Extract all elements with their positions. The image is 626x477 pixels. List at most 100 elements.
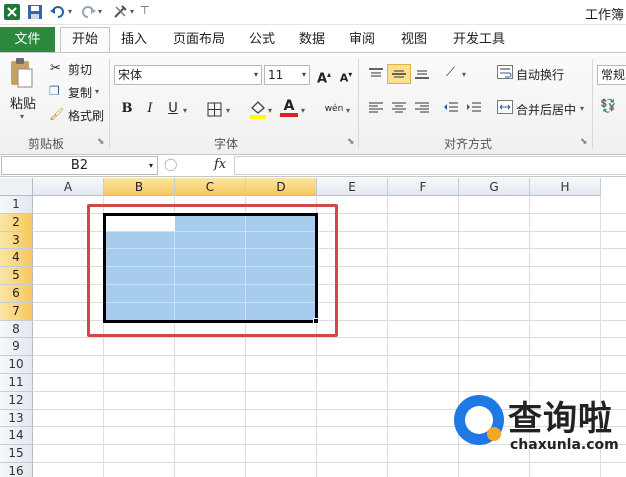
tab-home[interactable]: 开始 (60, 27, 110, 53)
tools-icon[interactable] (112, 4, 130, 20)
orientation-icon[interactable]: ⟋ (446, 65, 455, 80)
column-gridline (387, 196, 388, 477)
column-header-h[interactable]: H (530, 178, 601, 196)
tab-file[interactable]: 文件 (0, 27, 55, 52)
cut-button[interactable]: 剪切 (68, 61, 92, 78)
alignment-launcher-icon[interactable]: ⬊ (580, 137, 588, 147)
undo-dropdown-icon[interactable]: ▾ (68, 7, 72, 23)
borders-icon[interactable] (207, 102, 223, 117)
fill-color-dropdown-icon[interactable]: ▾ (268, 106, 272, 115)
merge-center-button[interactable]: 合并后居中 (516, 101, 576, 118)
merge-center-icon (497, 100, 513, 114)
align-middle-button[interactable] (387, 64, 411, 84)
tab-formulas[interactable]: 公式 (244, 30, 280, 50)
row-header-10[interactable]: 10 (0, 356, 33, 374)
tab-view[interactable]: 视图 (396, 30, 432, 50)
borders-dropdown-icon[interactable]: ▾ (226, 106, 230, 115)
column-header-g[interactable]: G (459, 178, 530, 196)
number-format-value: 常规 (601, 68, 626, 82)
paste-button[interactable]: 粘贴 (10, 93, 36, 112)
align-bottom-icon[interactable] (414, 68, 430, 80)
row-header-3[interactable]: 3 (0, 231, 33, 250)
row-header-5[interactable]: 5 (0, 267, 33, 285)
row-header-11[interactable]: 11 (0, 374, 33, 392)
font-color-button[interactable]: A (280, 97, 298, 117)
wrap-text-button[interactable]: 自动换行 (516, 66, 564, 83)
row-header-13[interactable]: 13 (0, 409, 33, 428)
watermark-brand-en: chaxunla.com (510, 437, 619, 453)
grow-font-button[interactable]: A▴ (313, 65, 335, 87)
orientation-dropdown-icon[interactable]: ▾ (462, 70, 466, 79)
row-header-4[interactable]: 4 (0, 249, 33, 268)
merge-center-dropdown-icon[interactable]: ▾ (580, 104, 584, 113)
align-left-icon[interactable] (368, 102, 384, 114)
name-box[interactable]: B2 ▾ (1, 156, 158, 175)
redo-dropdown-icon[interactable]: ▾ (98, 7, 102, 23)
tab-insert[interactable]: 插入 (116, 30, 152, 50)
copy-button[interactable]: 复制 (68, 84, 92, 101)
formula-bar: B2 ▾ ◯ fx (0, 155, 626, 177)
tab-page-layout[interactable]: 页面布局 (168, 30, 230, 50)
watermark-brand-cn: 查询啦 (508, 399, 613, 439)
align-right-icon[interactable] (414, 102, 430, 114)
increase-indent-icon[interactable] (466, 102, 482, 114)
ribbon: 粘贴 ▾ ✂ 剪切 ❐ 复制 ▾ 🖌 格式刷 剪贴板 ⬊ 宋体 ▾ 11 ▾ A… (0, 52, 626, 155)
align-top-icon[interactable] (368, 68, 384, 80)
tab-developer[interactable]: 开发工具 (448, 30, 510, 50)
tab-data[interactable]: 数据 (294, 30, 330, 50)
phonetic-dropdown-icon[interactable]: ▾ (346, 106, 350, 115)
select-all-corner[interactable] (0, 178, 33, 196)
format-painter-button[interactable]: 格式刷 (68, 107, 104, 124)
phonetic-guide-button[interactable]: wén (322, 99, 346, 119)
paste-dropdown-icon[interactable]: ▾ (20, 112, 24, 121)
decrease-indent-icon[interactable] (443, 102, 459, 114)
column-header-b[interactable]: B (104, 178, 175, 196)
redo-icon[interactable] (80, 4, 96, 20)
row-header-7[interactable]: 7 (0, 302, 33, 321)
underline-dropdown-icon[interactable]: ▾ (183, 106, 187, 115)
column-header-a[interactable]: A (33, 178, 104, 196)
column-header-c[interactable]: C (175, 178, 246, 196)
tab-review[interactable]: 审阅 (344, 30, 380, 50)
window-title: 工作簿 (584, 8, 624, 23)
font-launcher-icon[interactable]: ⬊ (347, 137, 355, 147)
save-icon[interactable] (27, 4, 43, 20)
underline-button[interactable]: U (162, 99, 184, 119)
insert-function-button[interactable]: fx (214, 157, 226, 172)
watermark-logo-dot (487, 427, 501, 441)
shrink-font-button[interactable]: A▾ (335, 65, 357, 85)
row-header-2[interactable]: 2 (0, 213, 33, 232)
italic-button[interactable]: I (139, 99, 161, 119)
row-header-15[interactable]: 15 (0, 445, 33, 463)
row-header-14[interactable]: 14 (0, 427, 33, 446)
clipboard-launcher-icon[interactable]: ⬊ (97, 137, 105, 147)
column-header-d[interactable]: D (246, 178, 317, 196)
chevron-down-icon: ▾ (253, 70, 258, 79)
row-header-6[interactable]: 6 (0, 285, 33, 303)
font-color-dropdown-icon[interactable]: ▾ (301, 106, 305, 115)
column-header-f[interactable]: F (388, 178, 459, 196)
number-format-select[interactable]: 常规 (597, 65, 626, 85)
paste-icon[interactable] (9, 57, 33, 89)
copy-dropdown-icon[interactable]: ▾ (95, 87, 99, 96)
column-header-e[interactable]: E (317, 178, 388, 196)
formula-input[interactable] (234, 156, 626, 175)
align-center-icon[interactable] (391, 102, 407, 114)
row-header-12[interactable]: 12 (0, 391, 33, 410)
row-header-8[interactable]: 8 (0, 320, 33, 339)
font-name-value: 宋体 (118, 68, 143, 82)
currency-icon[interactable]: 💱 (600, 99, 616, 114)
row-header-9[interactable]: 9 (0, 338, 33, 357)
tools-dropdown-icon[interactable]: ▾ (130, 7, 134, 23)
undo-icon[interactable] (50, 4, 66, 20)
row-header-16[interactable]: 16 (0, 463, 33, 477)
formula-bar-splitter[interactable]: ◯ (164, 157, 177, 171)
grow-font-label: A (316, 71, 328, 87)
font-size-select[interactable]: 11 ▾ (264, 65, 310, 85)
fill-color-icon[interactable] (249, 99, 267, 119)
bold-button[interactable]: B (116, 99, 138, 119)
font-size-value: 11 (268, 68, 284, 82)
font-name-select[interactable]: 宋体 ▾ (114, 65, 262, 85)
row-header-1[interactable]: 1 (0, 196, 33, 214)
customize-toolbar-icon[interactable]: ⊤ (140, 4, 150, 20)
